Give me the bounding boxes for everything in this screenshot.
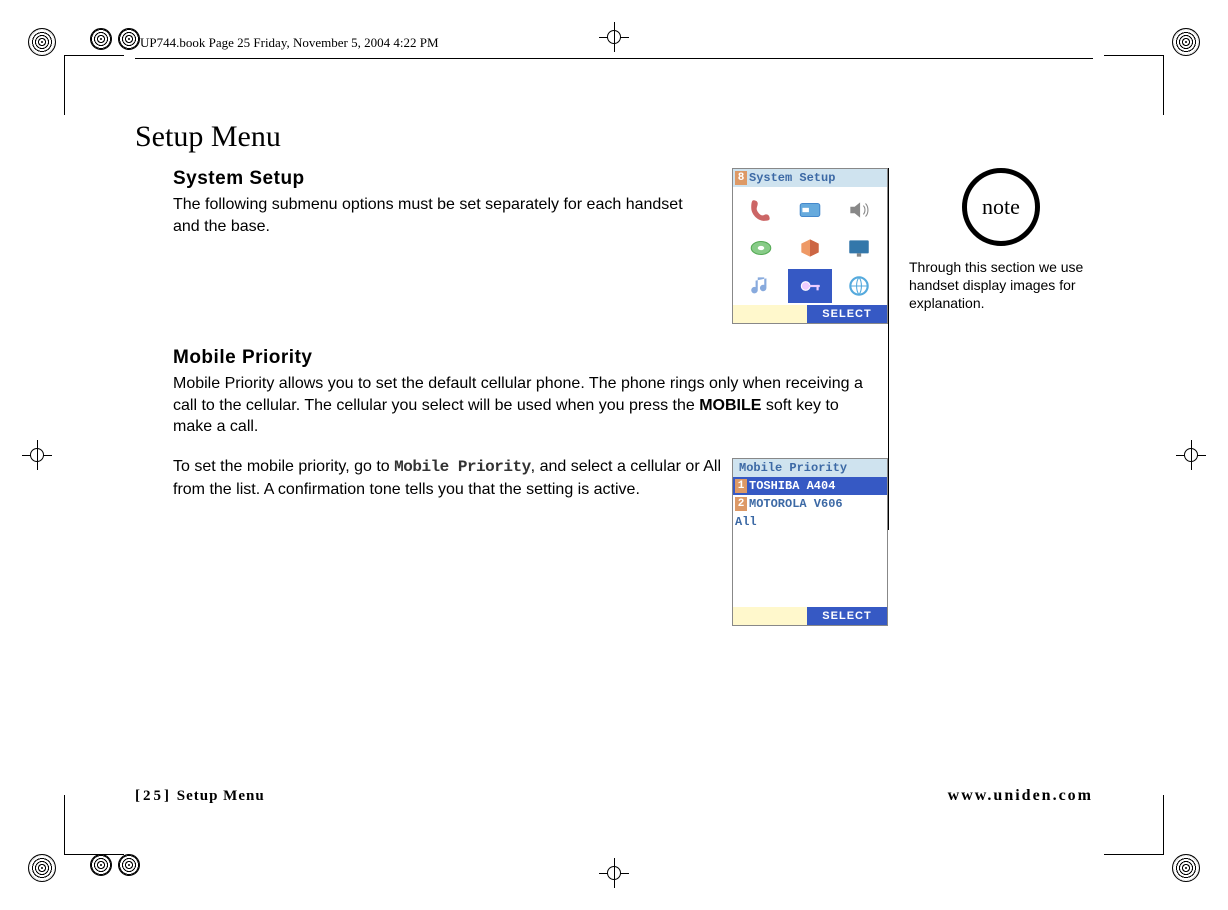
registration-mark-icon bbox=[1172, 854, 1200, 882]
section-heading: Mobile Priority bbox=[173, 347, 868, 369]
registration-mark-icon bbox=[28, 854, 56, 882]
divider bbox=[135, 58, 1093, 59]
lcd-softkey-row: SELECT bbox=[733, 305, 887, 323]
text-run: To set the mobile priority, go to bbox=[173, 458, 394, 475]
crosshair-icon bbox=[22, 440, 52, 470]
music-icon bbox=[739, 269, 784, 303]
footer-page-ref: [25] Setup Menu bbox=[135, 788, 265, 805]
section-heading: System Setup bbox=[173, 168, 868, 190]
registration-dots-icon bbox=[90, 28, 140, 56]
side-column: note Through this section we use handset… bbox=[888, 168, 1093, 530]
page-body: Setup Menu 8System Setup bbox=[135, 120, 1093, 810]
footer-page-label: Setup Menu bbox=[177, 788, 265, 804]
section-body: Mobile Priority allows you to set the de… bbox=[173, 373, 868, 438]
crosshair-icon bbox=[599, 858, 629, 888]
crop-corner-icon bbox=[64, 55, 124, 115]
lcd-softkey-select: SELECT bbox=[807, 305, 887, 323]
page-title: Setup Menu bbox=[135, 120, 1093, 154]
crosshair-icon bbox=[1176, 440, 1206, 470]
globe-icon bbox=[836, 269, 881, 303]
ui-label-inline: Mobile Priority bbox=[394, 458, 531, 476]
crop-corner-icon bbox=[1104, 795, 1164, 855]
key-icon bbox=[788, 269, 833, 303]
section-body: To set the mobile priority, go to Mobile… bbox=[173, 456, 728, 500]
crosshair-icon bbox=[599, 22, 629, 52]
document-runner: UP744.book Page 25 Friday, November 5, 2… bbox=[140, 35, 439, 51]
registration-mark-icon bbox=[28, 28, 56, 56]
footer-url: www.uniden.com bbox=[948, 787, 1093, 805]
text-bold: MOBILE bbox=[699, 397, 761, 414]
main-column: 8System Setup SELECT bbox=[135, 168, 888, 530]
note-callout: note Through this section we use handset… bbox=[909, 168, 1093, 313]
registration-mark-icon bbox=[1172, 28, 1200, 56]
registration-dots-icon bbox=[90, 854, 140, 882]
note-text: Through this section we use handset disp… bbox=[909, 258, 1093, 313]
footer-page-number: [25] bbox=[135, 788, 172, 804]
section-body: The following submenu options must be se… bbox=[173, 194, 693, 237]
section-system-setup: System Setup The following submenu optio… bbox=[135, 168, 868, 237]
page-footer: [25] Setup Menu www.uniden.com bbox=[135, 782, 1093, 810]
lcd-softkey-row: SELECT bbox=[733, 607, 887, 625]
note-icon: note bbox=[962, 168, 1040, 246]
crop-corner-icon bbox=[64, 795, 124, 855]
lcd-softkey-select: SELECT bbox=[807, 607, 887, 625]
section-mobile-priority: Mobile Priority Mobile Priority allows y… bbox=[135, 347, 868, 500]
crop-corner-icon bbox=[1104, 55, 1164, 115]
lcd-list-row: All bbox=[733, 513, 887, 531]
